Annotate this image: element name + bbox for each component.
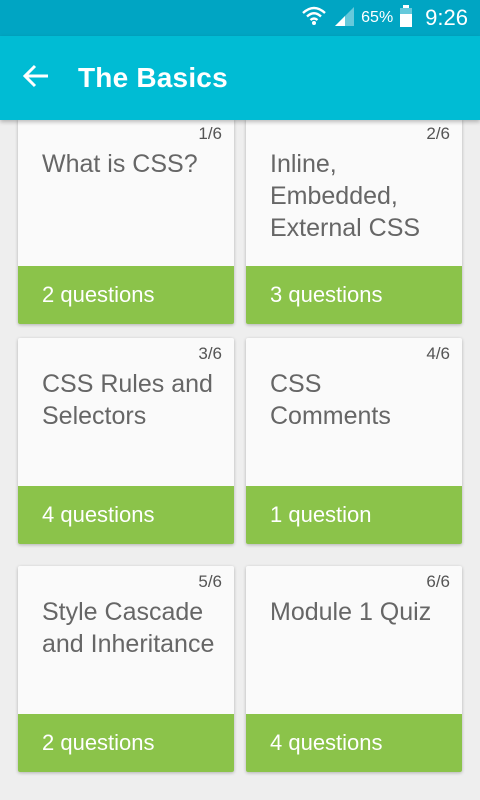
lesson-progress: 6/6 — [426, 572, 450, 591]
lesson-title: CSS Comments — [270, 370, 391, 430]
app-bar: The Basics — [0, 36, 480, 120]
lesson-grid: 1/6 What is CSS? 2 questions 2/6 Inline,… — [0, 120, 480, 800]
lesson-progress: 1/6 — [198, 124, 222, 143]
lesson-question-count: 1 question — [246, 486, 462, 544]
battery-icon — [399, 4, 413, 33]
lesson-card-1[interactable]: 1/6 What is CSS? 2 questions — [18, 120, 234, 324]
lesson-progress: 5/6 — [198, 572, 222, 591]
wifi-icon — [301, 4, 327, 33]
lesson-card-2[interactable]: 2/6 Inline, Embedded, External CSS 3 que… — [246, 120, 462, 324]
lesson-title: Inline, Embedded, External CSS — [270, 150, 421, 242]
lesson-progress: 3/6 — [198, 344, 222, 363]
back-button[interactable] — [18, 60, 54, 96]
signal-icon — [333, 5, 355, 32]
clock: 9:26 — [425, 5, 468, 30]
lesson-question-count: 2 questions — [18, 266, 234, 324]
lesson-card-5[interactable]: 5/6 Style Cascade and Inheritance 2 ques… — [18, 566, 234, 772]
lesson-progress: 2/6 — [426, 124, 450, 143]
lesson-title: What is CSS? — [42, 150, 198, 178]
lesson-card-3[interactable]: 3/6 CSS Rules and Selectors 4 questions — [18, 338, 234, 544]
battery-percent: 65% — [361, 9, 394, 26]
lesson-question-count: 4 questions — [246, 714, 462, 772]
lesson-card-6[interactable]: 6/6 Module 1 Quiz 4 questions — [246, 566, 462, 772]
lesson-question-count: 4 questions — [18, 486, 234, 544]
lesson-question-count: 2 questions — [18, 714, 234, 772]
lesson-progress: 4/6 — [426, 344, 450, 363]
arrow-left-icon — [22, 62, 50, 95]
page-title: The Basics — [78, 62, 228, 93]
lesson-title: Style Cascade and Inheritance — [42, 598, 215, 658]
lesson-title: Module 1 Quiz — [270, 598, 432, 626]
lesson-question-count: 3 questions — [246, 266, 462, 324]
status-bar: 65% 9:26 — [0, 0, 480, 36]
lesson-card-4[interactable]: 4/6 CSS Comments 1 question — [246, 338, 462, 544]
lesson-title: CSS Rules and Selectors — [42, 370, 213, 430]
